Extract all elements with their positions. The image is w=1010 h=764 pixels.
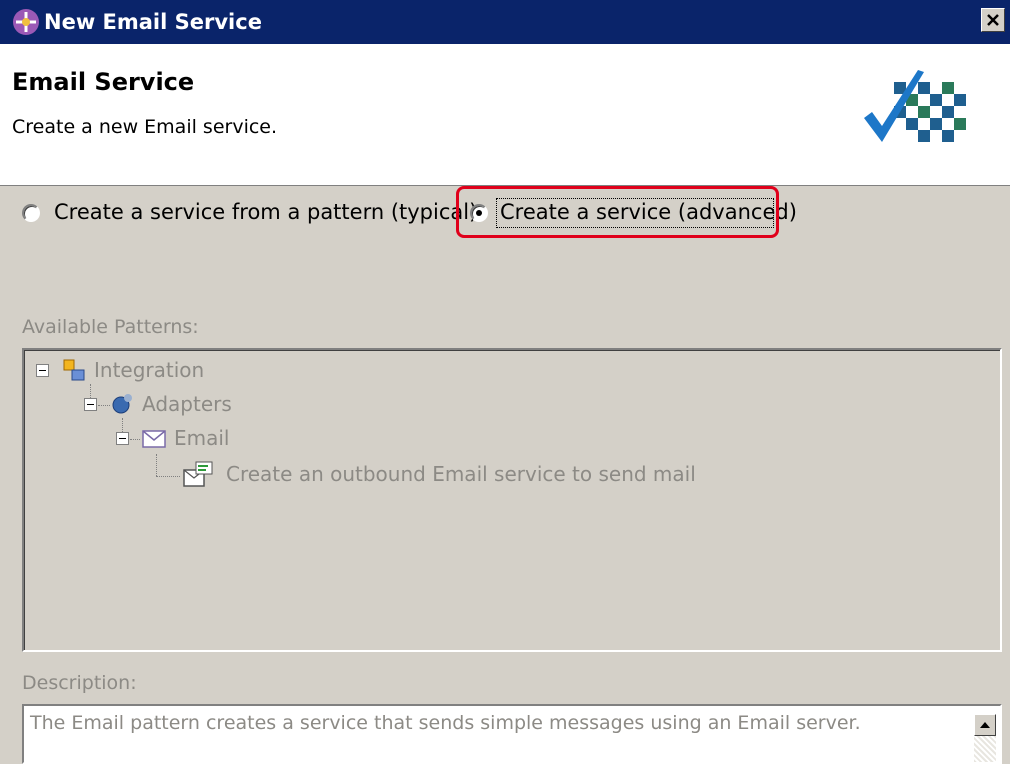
window-title: New Email Service bbox=[44, 10, 262, 34]
scroll-up-button[interactable] bbox=[974, 714, 996, 736]
pattern-radio[interactable] bbox=[22, 204, 40, 222]
page-heading: Email Service bbox=[12, 68, 195, 96]
integration-icon bbox=[63, 359, 85, 381]
window-titlebar: New Email Service bbox=[0, 0, 1010, 44]
tree-item-email[interactable]: Email bbox=[174, 426, 230, 450]
wizard-icon bbox=[13, 9, 39, 35]
adapters-icon bbox=[112, 394, 132, 414]
description-text: The Email pattern creates a service that… bbox=[30, 712, 861, 734]
patterns-tree[interactable]: Integration Adapters Email Create an out… bbox=[22, 348, 1002, 652]
tree-item-adapters[interactable]: Adapters bbox=[142, 392, 232, 416]
wizard-banner: Email Service Create a new Email service… bbox=[0, 44, 1010, 186]
tree-item-integration[interactable]: Integration bbox=[94, 358, 204, 382]
pattern-radio-label[interactable]: Create a service from a pattern (typical… bbox=[54, 200, 477, 224]
tree-item-outbound-email[interactable]: Create an outbound Email service to send… bbox=[226, 462, 696, 486]
close-button[interactable] bbox=[981, 8, 1005, 32]
scroll-up-arrow-icon bbox=[980, 722, 990, 728]
page-description: Create a new Email service. bbox=[12, 116, 278, 138]
envelope-icon bbox=[142, 430, 166, 448]
collapse-toggle-email[interactable] bbox=[116, 432, 129, 445]
close-icon bbox=[987, 14, 999, 26]
collapse-toggle-integration[interactable] bbox=[36, 364, 49, 377]
description-textbox[interactable]: The Email pattern creates a service that… bbox=[22, 704, 1002, 764]
outbound-email-icon bbox=[183, 461, 213, 487]
available-patterns-label: Available Patterns: bbox=[22, 316, 199, 338]
collapse-toggle-adapters[interactable] bbox=[84, 398, 97, 411]
description-label: Description: bbox=[22, 672, 137, 694]
scrollbar-track[interactable] bbox=[974, 736, 996, 762]
callout-highlight bbox=[456, 186, 779, 238]
checkmark-logo-icon bbox=[864, 70, 966, 142]
